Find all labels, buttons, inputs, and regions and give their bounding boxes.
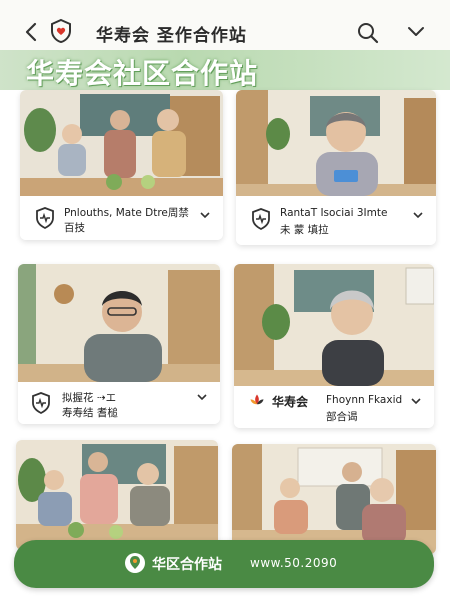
- chevron-down-icon: [408, 27, 424, 36]
- card-photo: [16, 440, 218, 550]
- card-caption: RantaT Isociai 3Imte 未 蒙 填拉: [236, 196, 436, 245]
- community-card[interactable]: [232, 444, 436, 554]
- card-title: Pnlouths, Mate Dtre周禁: [64, 207, 189, 219]
- chevron-down-icon[interactable]: [410, 396, 422, 406]
- card-photo: [232, 444, 436, 554]
- card-photo: [18, 264, 220, 382]
- card-photo: [234, 264, 434, 386]
- card-title: 拟握花 ⇢エ: [62, 392, 117, 404]
- bottom-bar-url[interactable]: www.50.2090: [250, 556, 337, 570]
- search-icon: [358, 23, 379, 44]
- card-caption: 华寿会 Fhoynn Fkaxid 部合谒: [234, 386, 434, 428]
- card-photo: [20, 90, 223, 196]
- shield-heart-icon: [36, 207, 54, 229]
- card-subtitle: 部合谒: [326, 411, 358, 423]
- community-card[interactable]: [16, 440, 218, 550]
- card-subtitle: 未 蒙 填拉: [280, 224, 329, 236]
- lotus-logo-icon: [250, 394, 264, 405]
- card-title: Fhoynn Fkaxid: [326, 394, 403, 406]
- card-subtitle: 百技: [64, 222, 85, 234]
- menu-dropdown-button[interactable]: [406, 24, 426, 40]
- chevron-down-icon[interactable]: [196, 392, 208, 402]
- chevron-down-icon[interactable]: [199, 210, 211, 220]
- chevron-down-icon[interactable]: [412, 210, 424, 220]
- card-subtitle: 寿寿结 耆槌: [62, 407, 118, 419]
- community-card[interactable]: 拟握花 ⇢エ 寿寿结 耆槌: [18, 264, 220, 424]
- back-button[interactable]: [22, 20, 42, 44]
- card-title: RantaT Isociai 3Imte: [280, 207, 388, 219]
- bottom-bar-name: 华区合作站: [152, 557, 222, 573]
- community-card[interactable]: Pnlouths, Mate Dtre周禁 百技: [20, 90, 223, 240]
- community-card[interactable]: 华寿会 Fhoynn Fkaxid 部合谒: [234, 264, 434, 428]
- location-pin-icon: [125, 553, 145, 573]
- card-caption: 拟握花 ⇢エ 寿寿结 耆槌: [18, 382, 220, 424]
- card-photo: [236, 90, 436, 196]
- chevron-left-icon: [25, 22, 37, 42]
- app-name: 华寿会 圣作合作站: [96, 26, 247, 46]
- search-button[interactable]: [356, 21, 380, 45]
- shield-heart-icon: [32, 392, 50, 414]
- community-card[interactable]: RantaT Isociai 3Imte 未 蒙 填拉: [236, 90, 436, 245]
- card-brand: 华寿会: [272, 395, 309, 409]
- bottom-bar[interactable]: 华区合作站 www.50.2090: [14, 540, 434, 588]
- shield-heart-icon: [252, 208, 270, 230]
- card-caption: Pnlouths, Mate Dtre周禁 百技: [20, 196, 223, 240]
- hero-title: 华寿会社区合作站: [26, 57, 259, 90]
- shield-heart-icon: [51, 18, 71, 44]
